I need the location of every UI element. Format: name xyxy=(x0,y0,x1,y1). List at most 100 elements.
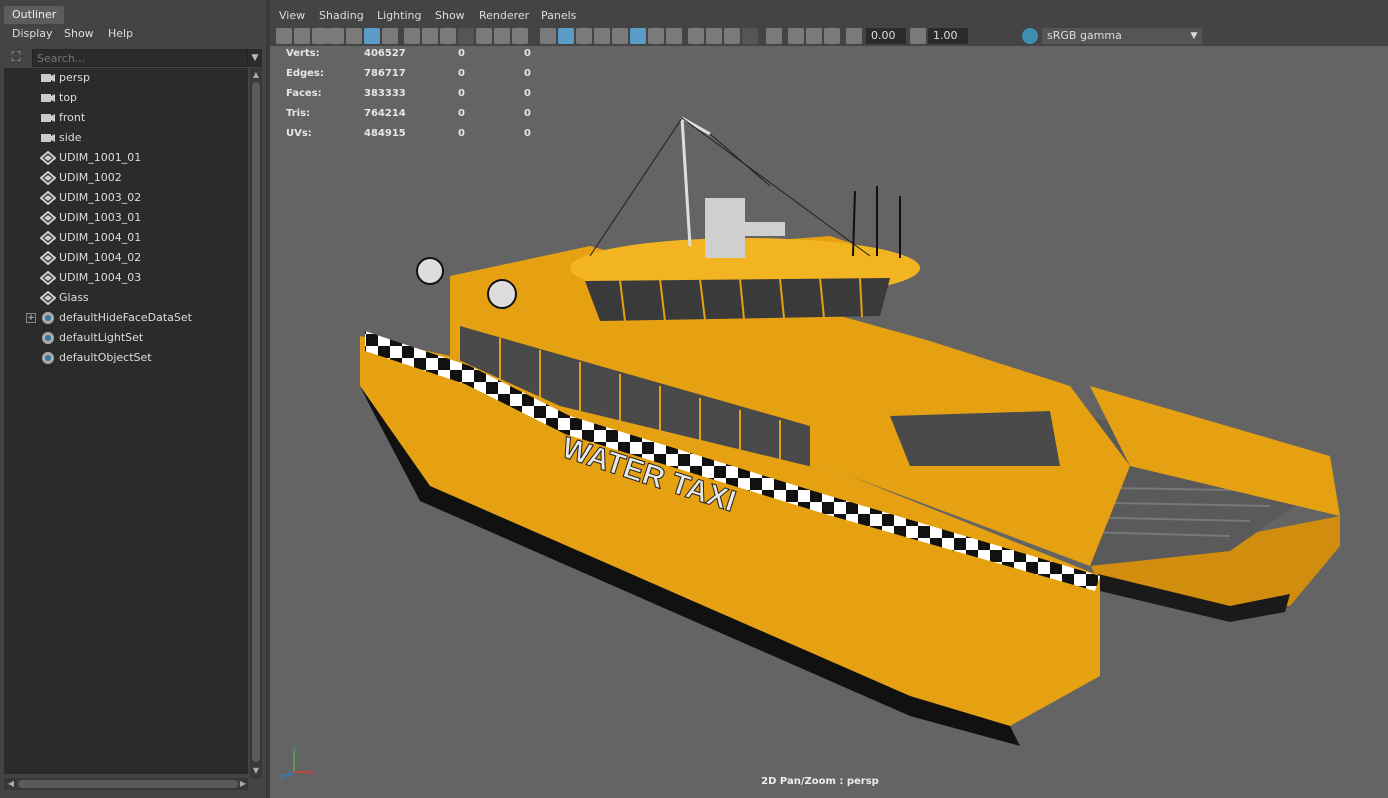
outliner-item[interactable]: Glass xyxy=(4,288,248,308)
outliner-item-label: UDIM_1003_01 xyxy=(59,211,142,224)
lights-icon[interactable] xyxy=(648,28,664,44)
menu-view[interactable]: View xyxy=(279,9,305,22)
outliner-item-label: UDIM_1004_03 xyxy=(59,271,142,284)
outliner-list: persp top front side UDIM_1001_01 UDIM_1002 UD… xyxy=(4,68,248,774)
menu-show[interactable]: Show xyxy=(435,9,465,22)
mesh-icon xyxy=(39,190,57,206)
outliner-search-row: ⛶ ▼ xyxy=(4,48,262,68)
wireframe-icon[interactable] xyxy=(540,28,556,44)
2d-pan-zoom-icon[interactable] xyxy=(346,28,362,44)
menu-display[interactable]: Display xyxy=(12,26,53,42)
set-icon xyxy=(40,351,56,365)
outliner-item-label: defaultHideFaceDataSet xyxy=(59,311,192,324)
menu-panels[interactable]: Panels xyxy=(541,9,576,22)
menu-show[interactable]: Show xyxy=(64,26,94,42)
depth-of-field-icon[interactable] xyxy=(742,28,758,44)
hud-label: Tris: xyxy=(286,108,311,119)
menu-help[interactable]: Help xyxy=(108,26,133,42)
outliner-item[interactable]: UDIM_1003_01 xyxy=(4,208,248,228)
camera-icon xyxy=(40,131,56,145)
outliner-item[interactable]: top xyxy=(4,88,248,108)
exposure-field[interactable]: 0.00 xyxy=(866,28,906,44)
ambient-occlusion-icon[interactable] xyxy=(688,28,704,44)
outliner-item-label: top xyxy=(59,91,78,104)
expand-icon[interactable]: + xyxy=(26,313,36,323)
brush-icon[interactable] xyxy=(382,28,398,44)
mesh-icon xyxy=(39,270,57,286)
outliner-item[interactable]: front xyxy=(4,108,248,128)
scroll-left-icon[interactable]: ◀ xyxy=(6,779,16,789)
outliner-item[interactable]: UDIM_1004_03 xyxy=(4,268,248,288)
scrollbar-thumb[interactable] xyxy=(252,82,260,762)
image-plane-icon[interactable] xyxy=(328,28,344,44)
outliner-item[interactable]: defaultObjectSet xyxy=(4,348,248,368)
outliner-item[interactable]: side xyxy=(4,128,248,148)
menu-renderer[interactable]: Renderer xyxy=(479,9,529,22)
menu-lighting[interactable]: Lighting xyxy=(377,9,421,22)
chevron-down-icon[interactable]: ▼ xyxy=(248,49,262,67)
outliner-item-label: UDIM_1004_01 xyxy=(59,231,142,244)
camera-settings-icon[interactable] xyxy=(824,28,840,44)
shadows-icon[interactable] xyxy=(666,28,682,44)
outliner-item-label: front xyxy=(59,111,86,124)
anti-aliasing-icon[interactable] xyxy=(724,28,740,44)
outliner-item[interactable]: UDIM_1003_02 xyxy=(4,188,248,208)
safe-action-icon[interactable] xyxy=(494,28,510,44)
textured-icon[interactable] xyxy=(612,28,628,44)
outliner-item[interactable]: defaultLightSet xyxy=(4,328,248,348)
select-camera-icon[interactable] xyxy=(276,28,292,44)
color-space-select[interactable]: sRGB gamma xyxy=(1042,28,1202,44)
viewport-toolbar: 0.00 1.00 sRGB gamma ▼ xyxy=(270,26,1388,46)
bookmark-icon[interactable] xyxy=(312,28,328,44)
outliner-item-label: defaultLightSet xyxy=(59,331,144,344)
outliner-item[interactable]: persp xyxy=(4,68,248,88)
outliner-item[interactable]: UDIM_1002 xyxy=(4,168,248,188)
default-material-icon[interactable] xyxy=(576,28,592,44)
outliner-item[interactable]: UDIM_1001_01 xyxy=(4,148,248,168)
gate-mask-icon[interactable] xyxy=(458,28,474,44)
gamma-field[interactable]: 1.00 xyxy=(928,28,968,44)
camera-icon xyxy=(40,111,56,125)
viewport-panel: View Shading Lighting Show Renderer Pane… xyxy=(270,6,1388,798)
wireframe-on-shaded-icon[interactable] xyxy=(594,28,610,44)
xray-active-icon[interactable] xyxy=(806,28,822,44)
hud-v0: 786717 xyxy=(364,68,406,79)
color-management-icon[interactable] xyxy=(1022,28,1038,44)
field-chart-icon[interactable] xyxy=(476,28,492,44)
exposure-icon[interactable] xyxy=(846,28,862,44)
camera-attributes-icon[interactable] xyxy=(294,28,310,44)
scroll-down-icon[interactable]: ▼ xyxy=(251,766,261,776)
hud-v2: 0 xyxy=(524,108,531,119)
motion-blur-icon[interactable] xyxy=(706,28,722,44)
menu-shading[interactable]: Shading xyxy=(319,9,364,22)
outliner-item[interactable]: UDIM_1004_02 xyxy=(4,248,248,268)
outliner-item-label: UDIM_1001_01 xyxy=(59,151,142,164)
scroll-up-icon[interactable]: ▲ xyxy=(251,70,261,80)
smooth-shade-icon[interactable] xyxy=(558,28,574,44)
search-options-icon[interactable]: ⛶ xyxy=(8,50,24,66)
grid-icon[interactable] xyxy=(404,28,420,44)
outliner-vertical-scrollbar[interactable]: ▲ ▼ xyxy=(250,68,262,778)
scrollbar-thumb[interactable] xyxy=(18,780,238,788)
hud-v0: 383333 xyxy=(364,88,406,99)
mesh-icon xyxy=(39,290,57,306)
gamma-icon[interactable] xyxy=(910,28,926,44)
xray-joints-icon[interactable] xyxy=(788,28,804,44)
scroll-right-icon[interactable]: ▶ xyxy=(238,779,248,789)
outliner-item-label: UDIM_1004_02 xyxy=(59,251,142,264)
search-input[interactable] xyxy=(32,49,248,67)
grease-pencil-icon[interactable] xyxy=(364,28,380,44)
chevron-down-icon[interactable]: ▼ xyxy=(1186,28,1202,44)
isolate-select-icon[interactable] xyxy=(766,28,782,44)
outliner-item[interactable]: UDIM_1004_01 xyxy=(4,228,248,248)
outliner-item[interactable]: + defaultHideFaceDataSet xyxy=(4,308,248,328)
outliner-tab[interactable]: Outliner xyxy=(4,6,65,24)
xray-icon[interactable] xyxy=(630,28,646,44)
film-gate-icon[interactable] xyxy=(422,28,438,44)
viewport-canvas[interactable]: WATER TAXI Verts: 406527 0 0 Edges: 786717 0 0 F… xyxy=(270,46,1388,798)
resolution-gate-icon[interactable] xyxy=(440,28,456,44)
outliner-horizontal-scrollbar[interactable]: ◀ ▶ xyxy=(4,778,248,790)
outliner-item-label: UDIM_1003_02 xyxy=(59,191,142,204)
safe-title-icon[interactable] xyxy=(512,28,528,44)
hud-v2: 0 xyxy=(524,68,531,79)
